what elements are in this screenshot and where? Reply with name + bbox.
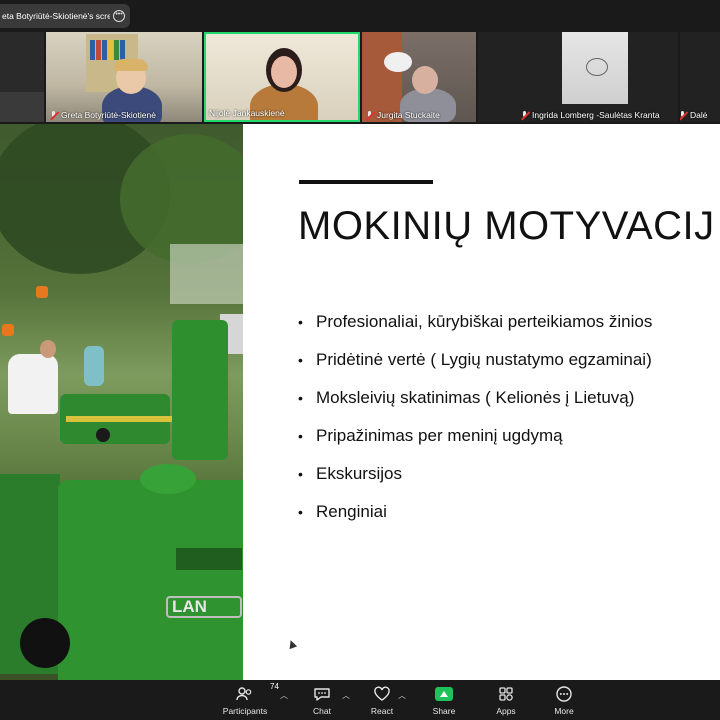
participant-video <box>562 32 628 104</box>
participants-count: 74 <box>270 682 279 691</box>
participant-tile[interactable]: Greta Botyriūtė-Skiotienė <box>46 32 202 122</box>
participant-name: Ingrida Lomberg -Saulėtas Kranta <box>520 110 660 120</box>
participant-tile[interactable]: Jurgita Stuckaite <box>362 32 476 122</box>
more-button[interactable]: More <box>534 684 594 716</box>
slide-bullet: • Pridėtinė vertė ( Lygių nustatymo egzam… <box>298 350 652 369</box>
participant-name: Jurgita Stuckaite <box>365 110 440 120</box>
mic-muted-icon <box>680 110 687 120</box>
participant-tile-active-speaker[interactable]: Nijolė Jankauskienė <box>204 32 360 122</box>
tractor-badge: LAN <box>166 596 242 618</box>
slide-bullet: • Profesionaliai, kūrybiškai perteikiamos… <box>298 312 653 331</box>
slide-title: MOKINIŲ MOTYVACIJ <box>298 204 715 248</box>
chevron-up-icon[interactable]: ︿ <box>280 690 288 701</box>
participant-face <box>412 66 438 94</box>
screen-share-text: eta Botyriūtė-Skiotienė's scree <box>2 11 110 21</box>
heart-icon <box>373 684 391 704</box>
chat-icon <box>313 684 331 704</box>
more-label: More <box>554 706 574 716</box>
chevron-up-icon[interactable]: ︿ <box>342 690 350 701</box>
slide-bullet: • Moksleivių skatinimas ( Kelionės į Liet… <box>298 388 635 407</box>
apps-button[interactable]: Apps <box>476 684 536 716</box>
mic-muted-icon <box>520 110 529 120</box>
more-horizontal-icon[interactable]: ••• <box>113 10 125 22</box>
participant-video-strip: Greta Botyriūtė-Skiotienė Nijolė Jankaus… <box>0 32 720 122</box>
participants-icon: 74 <box>236 682 279 704</box>
mic-muted-icon <box>49 110 58 120</box>
participant-name: Nijolė Jankauskienė <box>209 108 285 118</box>
participants-button[interactable]: 74 Participants <box>215 682 279 716</box>
participant-face <box>271 56 297 88</box>
apps-icon <box>497 684 515 704</box>
slide-bullet: • Renginiai <box>298 502 387 521</box>
meeting-toolbar: 74 Participants ︿ Chat ︿ React ︿ Share A… <box>0 680 720 720</box>
participant-tile[interactable] <box>0 32 44 122</box>
slide-bullet: • Pripažinimas per meninį ugdymą <box>298 426 563 445</box>
title-rule <box>299 180 433 184</box>
shared-screen: LAN MOKINIŲ MOTYVACIJ • Profesionaliai, k… <box>0 124 720 680</box>
mic-muted-icon <box>365 110 374 120</box>
participant-name: Dalė <box>680 110 707 120</box>
participant-tile[interactable]: Ingrida Lomberg -Saulėtas Kranta <box>478 32 678 122</box>
react-label: React <box>370 706 394 716</box>
chevron-up-icon[interactable]: ︿ <box>398 690 406 701</box>
slide-bullet: • Ekskursijos <box>298 464 402 483</box>
share-screen-icon <box>435 684 453 704</box>
presentation-slide: MOKINIŲ MOTYVACIJ • Profesionaliai, kūryb… <box>243 124 720 680</box>
participant-name: Greta Botyriūtė-Skiotienė <box>49 110 156 120</box>
participant-tile[interactable]: Dalė <box>680 32 720 122</box>
chat-label: Chat <box>313 706 331 716</box>
share-button[interactable]: Share <box>414 684 474 716</box>
screen-share-indicator[interactable]: eta Botyriūtė-Skiotienė's scree ••• <box>0 4 130 28</box>
more-icon <box>555 684 573 704</box>
participants-label: Participants <box>222 706 268 716</box>
slide-photo-tractors: LAN <box>0 124 243 680</box>
share-label: Share <box>432 706 456 716</box>
apps-label: Apps <box>496 706 516 716</box>
slide-bullet-list: • Profesionaliai, kūrybiškai perteikiamos… <box>298 308 652 536</box>
